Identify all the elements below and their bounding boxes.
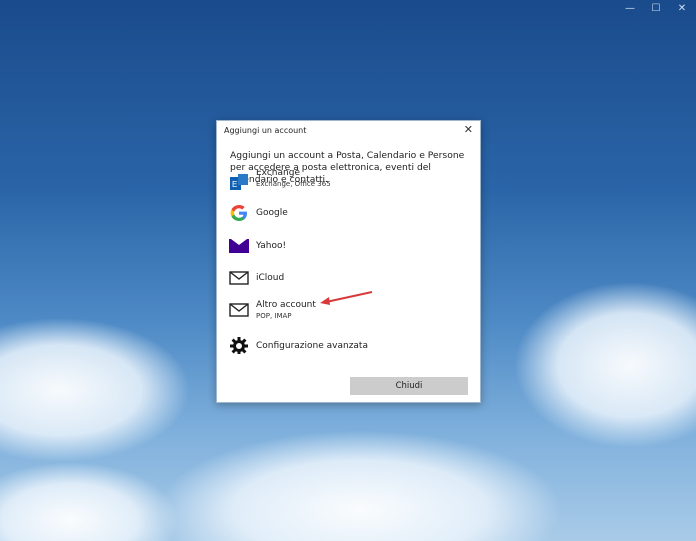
account-exchange[interactable]: E Exchange Exchange, Office 365 (229, 170, 469, 196)
dialog-title: Aggiungi un account (224, 126, 307, 135)
window-close-button[interactable]: ✕ (669, 0, 695, 18)
account-google[interactable]: Google (229, 199, 469, 227)
account-icloud[interactable]: iCloud (229, 264, 469, 292)
svg-text:E: E (232, 180, 237, 189)
envelope-icon (229, 268, 249, 288)
account-list[interactable]: E Exchange Exchange, Office 365 Google Ya… (217, 170, 480, 354)
exchange-icon: E (229, 172, 249, 192)
advanced-setup[interactable]: Configurazione avanzata (229, 332, 469, 354)
yahoo-mail-icon (229, 236, 249, 256)
maximize-button[interactable]: ☐ (643, 0, 669, 18)
minimize-button[interactable]: — (617, 0, 643, 18)
annotation-arrow (320, 291, 373, 305)
close-icon[interactable]: ✕ (464, 123, 473, 136)
add-account-dialog: Aggiungi un account ✕ Aggiungi un accoun… (216, 120, 481, 403)
gear-icon (229, 336, 249, 354)
account-yahoo[interactable]: Yahoo! (229, 232, 469, 260)
envelope-icon (229, 300, 249, 320)
google-icon (229, 203, 249, 223)
close-button[interactable]: Chiudi (350, 377, 468, 395)
